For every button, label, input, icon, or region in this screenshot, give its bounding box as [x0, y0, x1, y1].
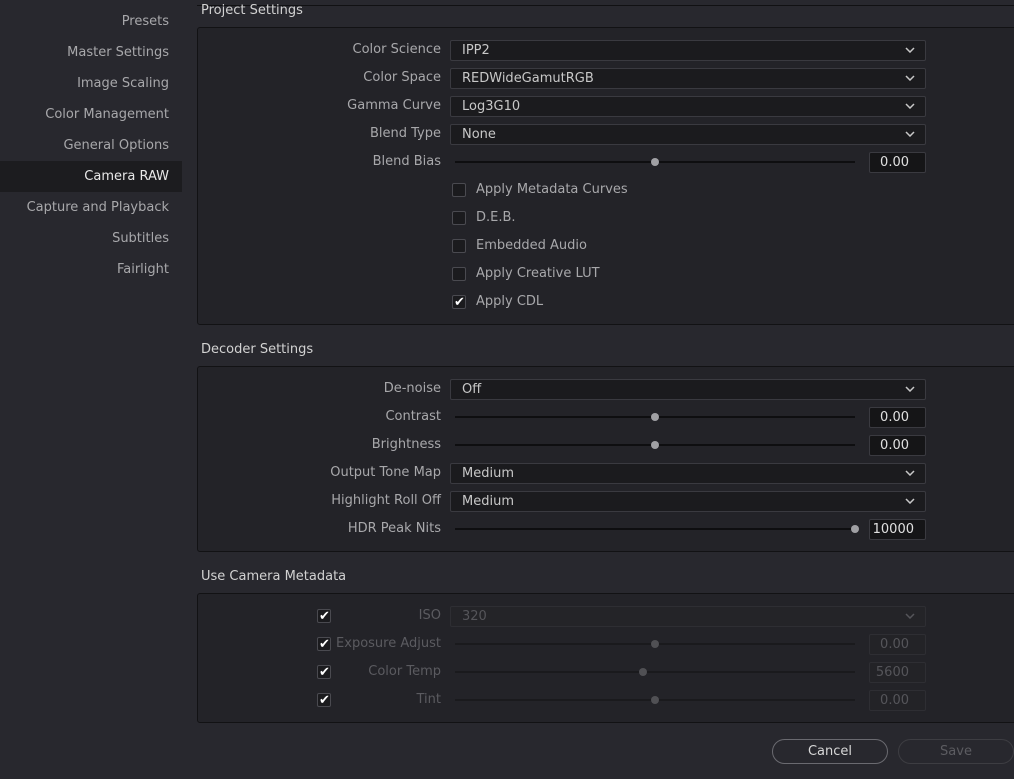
color-space-dropdown[interactable]: REDWideGamutRGB — [450, 68, 926, 89]
highlight-roll-off-dropdown[interactable]: Medium — [450, 491, 926, 512]
checkmark-icon: ✔ — [454, 295, 465, 310]
embedded-audio-checkbox[interactable] — [452, 239, 466, 253]
use-camera-metadata-title: Use Camera Metadata — [201, 569, 347, 584]
chevron-down-icon — [905, 47, 915, 53]
color-temp-slider — [455, 662, 855, 682]
gamma-curve-dropdown[interactable]: Log3G10 — [450, 96, 926, 117]
hdr-peak-nits-value[interactable]: 10000 — [869, 519, 926, 540]
denoise-dropdown[interactable]: Off — [450, 379, 926, 400]
brightness-label: Brightness — [371, 437, 441, 452]
tint-slider — [455, 690, 855, 710]
slider-handle — [651, 696, 659, 704]
exposure-adjust-slider — [455, 634, 855, 654]
highlight-roll-off-value: Medium — [462, 494, 514, 509]
slider-handle[interactable] — [651, 441, 659, 449]
sidebar-item-subtitles[interactable]: Subtitles — [0, 223, 182, 254]
sidebar-item-color-management[interactable]: Color Management — [0, 99, 182, 130]
highlight-roll-off-label: Highlight Roll Off — [331, 493, 441, 508]
tint-label: Tint — [416, 692, 442, 707]
deb-label: D.E.B. — [476, 210, 516, 225]
sidebar: Presets Master Settings Image Scaling Co… — [0, 0, 182, 779]
project-settings-title: Project Settings — [201, 3, 303, 18]
sidebar-item-fairlight[interactable]: Fairlight — [0, 254, 182, 285]
exposure-adjust-value: 0.00 — [869, 634, 926, 655]
sidebar-item-master-settings[interactable]: Master Settings — [0, 37, 182, 68]
blend-bias-label: Blend Bias — [372, 154, 441, 169]
tint-value: 0.00 — [869, 690, 926, 711]
sidebar-item-presets[interactable]: Presets — [0, 6, 182, 37]
slider-track — [455, 671, 855, 673]
apply-cdl-label: Apply CDL — [476, 294, 544, 309]
apply-cdl-checkbox[interactable]: ✔ — [452, 295, 466, 309]
gamma-curve-value: Log3G10 — [462, 99, 521, 114]
apply-metadata-curves-checkbox[interactable] — [452, 183, 466, 197]
blend-type-value: None — [462, 127, 496, 142]
color-space-value: REDWideGamutRGB — [462, 71, 594, 86]
apply-metadata-curves-label: Apply Metadata Curves — [476, 182, 628, 197]
gamma-curve-label: Gamma Curve — [347, 98, 441, 113]
iso-value: 320 — [462, 609, 487, 624]
slider-handle[interactable] — [651, 413, 659, 421]
blend-type-label: Blend Type — [369, 126, 441, 141]
top-divider — [197, 0, 1014, 6]
chevron-down-icon — [905, 613, 915, 619]
denoise-value: Off — [462, 382, 482, 397]
slider-track — [455, 528, 855, 530]
color-space-label: Color Space — [363, 70, 441, 85]
hdr-peak-nits-label: HDR Peak Nits — [347, 521, 441, 536]
brightness-value[interactable]: 0.00 — [869, 435, 926, 456]
color-temp-value: 5600 — [869, 662, 926, 683]
blend-bias-slider[interactable] — [455, 152, 855, 172]
brightness-slider[interactable] — [455, 435, 855, 455]
output-tone-map-value: Medium — [462, 466, 514, 481]
color-science-label: Color Science — [352, 42, 441, 57]
color-science-dropdown[interactable]: IPP2 — [450, 40, 926, 61]
color-temp-label: Color Temp — [368, 664, 441, 679]
chevron-down-icon — [905, 470, 915, 476]
chevron-down-icon — [905, 75, 915, 81]
embedded-audio-label: Embedded Audio — [476, 238, 587, 253]
blend-type-dropdown[interactable]: None — [450, 124, 926, 145]
contrast-slider[interactable] — [455, 407, 855, 427]
sidebar-item-camera-raw[interactable]: Camera RAW — [0, 161, 182, 192]
contrast-value[interactable]: 0.00 — [869, 407, 926, 428]
color-science-value: IPP2 — [462, 43, 490, 58]
slider-handle — [639, 668, 647, 676]
sidebar-item-capture-and-playback[interactable]: Capture and Playback — [0, 192, 182, 223]
decoder-settings-title: Decoder Settings — [201, 342, 314, 357]
contrast-label: Contrast — [385, 409, 441, 424]
chevron-down-icon — [905, 131, 915, 137]
output-tone-map-dropdown[interactable]: Medium — [450, 463, 926, 484]
cancel-button[interactable]: Cancel — [772, 739, 888, 764]
chevron-down-icon — [905, 386, 915, 392]
slider-handle — [651, 640, 659, 648]
output-tone-map-label: Output Tone Map — [330, 465, 441, 480]
sidebar-item-general-options[interactable]: General Options — [0, 130, 182, 161]
exposure-adjust-label: Exposure Adjust — [336, 636, 441, 651]
slider-handle[interactable] — [851, 525, 859, 533]
chevron-down-icon — [905, 103, 915, 109]
apply-creative-lut-checkbox[interactable] — [452, 267, 466, 281]
blend-bias-value[interactable]: 0.00 — [869, 152, 926, 173]
hdr-peak-nits-slider[interactable] — [455, 519, 859, 539]
deb-checkbox[interactable] — [452, 211, 466, 225]
slider-handle[interactable] — [651, 158, 659, 166]
save-button: Save — [898, 739, 1014, 764]
chevron-down-icon — [905, 498, 915, 504]
denoise-label: De-noise — [383, 381, 441, 396]
iso-dropdown: 320 — [450, 606, 926, 627]
sidebar-item-image-scaling[interactable]: Image Scaling — [0, 68, 182, 99]
apply-creative-lut-label: Apply Creative LUT — [476, 266, 600, 281]
iso-label: ISO — [418, 608, 441, 623]
